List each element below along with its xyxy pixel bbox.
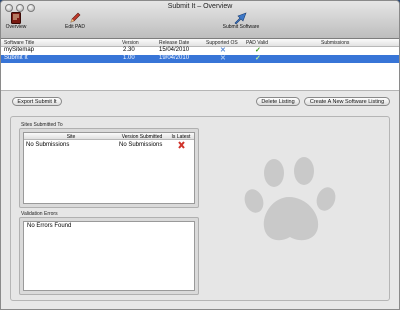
column-version-submitted[interactable]: Version Submitted (118, 134, 166, 140)
title-bar: Submit It – Overview Overview Edit PAD S… (1, 1, 399, 39)
column-supported-os[interactable]: Supported OS (206, 40, 238, 46)
column-site[interactable]: Site (24, 134, 118, 140)
validation-errors-textarea[interactable]: No Errors Found (23, 221, 195, 291)
version-submitted-cell: No Submissions (119, 142, 163, 148)
pencil-icon (70, 12, 81, 23)
submit-arrow-icon (234, 12, 247, 24)
edit-pad-toolbar-button[interactable]: Edit PAD (63, 12, 87, 30)
software-title: mySitemap (4, 47, 35, 53)
submit-software-label: Submit Software (222, 24, 260, 30)
export-submit-it-button[interactable]: Export Submit It (12, 97, 62, 106)
paw-logo (244, 157, 336, 241)
create-listing-button[interactable]: Create A New Software Listing (304, 97, 390, 106)
app-window: Submit It – Overview Overview Edit PAD S… (0, 0, 400, 310)
overview-icon (11, 12, 21, 24)
software-version: 2.30 (123, 47, 135, 53)
site-cell: No Submissions (26, 142, 70, 148)
window-title: Submit It – Overview (167, 3, 233, 10)
software-release-date: 19/04/2010 (159, 55, 190, 61)
software-list-header: Software Title Version Release Date Supp… (1, 39, 399, 47)
overview-toolbar-button[interactable]: Overview (4, 12, 28, 30)
x-icon: ✕ (220, 47, 226, 54)
column-version[interactable]: Version (122, 40, 139, 46)
red-x-icon (178, 141, 185, 149)
delete-listing-button[interactable]: Delete Listing (256, 97, 300, 106)
software-row[interactable]: mySitemap 2.30 15/04/2010 ✕ ✓ (1, 47, 399, 55)
software-list: Software Title Version Release Date Supp… (1, 39, 399, 91)
column-submissions[interactable]: Submissions (321, 40, 349, 46)
sites-submitted-table[interactable]: Site Version Submitted Is Latest No Subm… (23, 132, 195, 204)
column-software-title[interactable]: Software Title (4, 40, 34, 46)
column-release-date[interactable]: Release Date (159, 40, 189, 46)
software-row-selected[interactable]: Submit It 1.00 19/04/2010 ✕ ✓ (1, 55, 399, 63)
edit-pad-label: Edit PAD (65, 24, 85, 30)
validation-errors-group: No Errors Found (19, 217, 199, 295)
software-version: 1.00 (123, 55, 135, 61)
column-is-latest[interactable]: Is Latest (166, 134, 196, 140)
sites-table-header: Site Version Submitted Is Latest (24, 133, 194, 140)
x-icon: ✕ (220, 55, 226, 62)
submit-software-toolbar-button[interactable]: Submit Software (221, 12, 261, 30)
validation-errors-text: No Errors Found (27, 223, 72, 229)
software-release-date: 15/04/2010 (159, 47, 190, 53)
sites-submitted-group: Site Version Submitted Is Latest No Subm… (19, 128, 199, 208)
check-icon: ✓ (255, 47, 261, 54)
check-icon: ✓ (255, 55, 261, 62)
overview-label: Overview (5, 24, 27, 30)
software-title: Submit It (4, 55, 28, 61)
column-pad-valid[interactable]: PAD Valid (246, 40, 268, 46)
